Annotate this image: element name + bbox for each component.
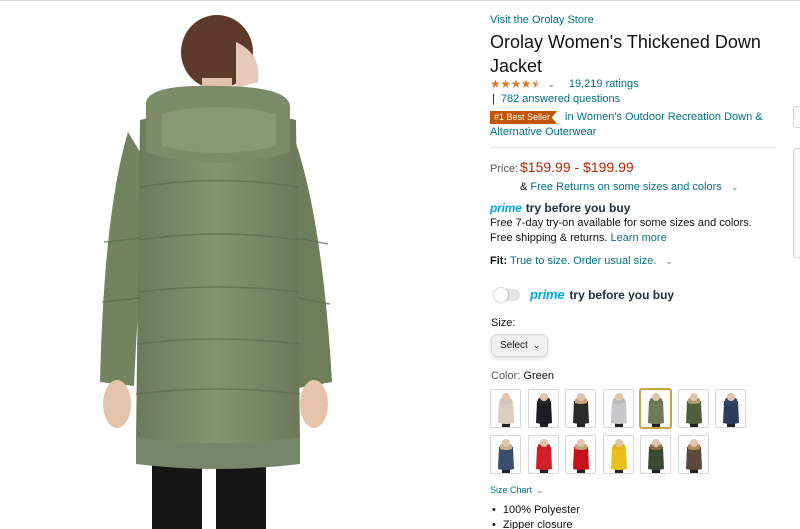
price-label: Price: bbox=[490, 163, 519, 175]
prime-try-toggle-row: prime try before you buy bbox=[494, 287, 674, 302]
swatch-jacket-image bbox=[535, 439, 552, 473]
size-selected-value: Select bbox=[500, 340, 528, 351]
size-chart-link[interactable]: Size Chart bbox=[490, 485, 532, 495]
color-swatch[interactable] bbox=[565, 435, 596, 474]
swatch-jacket-image bbox=[573, 393, 589, 427]
prime-logo: prime bbox=[490, 201, 522, 215]
visit-store-link[interactable]: Visit the Orolay Store bbox=[490, 14, 594, 26]
size-chart-row: Size Chart ⌄ bbox=[490, 485, 544, 496]
fit-value-link[interactable]: True to size. Order usual size. bbox=[510, 255, 656, 267]
star-icon: ★ bbox=[510, 77, 522, 91]
swatch-jacket-image bbox=[535, 393, 552, 427]
tryon-shipping-text: Free shipping & returns. bbox=[490, 232, 608, 244]
prime-try-toggle[interactable] bbox=[494, 287, 520, 302]
color-label-row: Color: Green bbox=[491, 370, 554, 382]
swatch-jacket-image bbox=[685, 439, 702, 473]
answered-questions-link[interactable]: 782 answered questions bbox=[501, 93, 620, 105]
prime-logo: prime bbox=[530, 287, 565, 302]
prime-try-text: try before you buy bbox=[525, 201, 631, 215]
color-selected-value: Green bbox=[523, 370, 554, 382]
chevron-down-icon[interactable]: ⌄ bbox=[731, 182, 739, 192]
swatch-jacket-image bbox=[498, 439, 514, 473]
returns-row: & Free Returns on some sizes and colors … bbox=[520, 181, 738, 193]
color-swatch[interactable] bbox=[602, 435, 634, 474]
swatch-jacket-image bbox=[723, 393, 739, 427]
rating-row: ★ ★ ★ ★ ★ ⌄ 19,219 ratings bbox=[490, 77, 639, 91]
color-swatch[interactable] bbox=[527, 435, 559, 474]
star-icon: ★ bbox=[520, 77, 532, 91]
returns-prefix: & bbox=[520, 181, 528, 193]
free-returns-link[interactable]: Free Returns on some sizes and colors bbox=[530, 181, 721, 193]
best-seller-badge[interactable]: #1 Best Seller bbox=[490, 111, 558, 124]
color-swatch[interactable] bbox=[490, 389, 521, 428]
price-value: $159.99 - $199.99 bbox=[520, 159, 634, 175]
bestseller-row: #1 Best Seller in Women's Outdoor Recreat… bbox=[490, 110, 780, 140]
star-icon: ★ bbox=[500, 77, 511, 91]
side-thumbnail[interactable] bbox=[793, 106, 800, 128]
swatch-jacket-image bbox=[685, 393, 702, 427]
color-swatch[interactable] bbox=[677, 389, 709, 428]
side-thumbnail[interactable] bbox=[793, 148, 800, 258]
star-rating[interactable]: ★ ★ ★ ★ ★ bbox=[490, 77, 542, 91]
swatch-jacket-image bbox=[648, 439, 664, 473]
color-swatch[interactable] bbox=[490, 435, 521, 474]
swatch-jacket-image bbox=[610, 393, 627, 427]
color-swatch[interactable] bbox=[640, 435, 671, 474]
color-label: Color: bbox=[491, 370, 521, 382]
tryon-description: Free 7-day try-on available for some siz… bbox=[490, 217, 752, 229]
product-title: Orolay Women's Thickened Down Jacket bbox=[490, 32, 761, 76]
color-swatch[interactable] bbox=[565, 389, 596, 428]
product-main-image[interactable] bbox=[0, 2, 470, 529]
top-divider bbox=[0, 0, 800, 1]
toggle-label: try before you buy bbox=[569, 287, 675, 302]
star-icon: ★ bbox=[490, 77, 501, 91]
prime-try-heading: prime try before you buy bbox=[490, 201, 630, 215]
swatch-jacket-image bbox=[573, 439, 589, 473]
swatch-jacket-image bbox=[610, 439, 627, 473]
fit-row: Fit: True to size. Order usual size. ⌄ bbox=[490, 255, 673, 267]
size-dropdown[interactable]: Select ⌄ bbox=[491, 334, 548, 357]
learn-more-link[interactable]: Learn more bbox=[610, 232, 666, 244]
chevron-down-icon[interactable]: ⌄ bbox=[547, 79, 555, 90]
ratings-count-link[interactable]: 19,219 ratings bbox=[569, 78, 639, 90]
toggle-knob bbox=[494, 287, 508, 302]
color-swatch[interactable] bbox=[527, 389, 559, 428]
swatch-jacket-image bbox=[498, 393, 514, 427]
color-swatch[interactable] bbox=[677, 435, 709, 474]
chevron-down-icon[interactable]: ⌄ bbox=[665, 256, 673, 266]
answered-questions-row: | 782 answered questions bbox=[492, 93, 620, 105]
half-star-icon: ★ bbox=[531, 77, 542, 91]
chevron-down-icon[interactable]: ⌄ bbox=[536, 485, 544, 495]
color-swatch[interactable] bbox=[640, 389, 671, 428]
swatch-jacket-image bbox=[648, 393, 664, 427]
feature-bullets: 100% Polyester Zipper closure bbox=[492, 503, 580, 529]
chevron-down-icon: ⌄ bbox=[532, 340, 541, 350]
price-row: Price: $159.99 - $199.99 bbox=[490, 159, 634, 175]
section-divider bbox=[490, 147, 776, 148]
color-swatch[interactable] bbox=[715, 389, 746, 428]
separator: | bbox=[492, 93, 495, 105]
size-label: Size: bbox=[491, 317, 516, 329]
tryon-shipping: Free shipping & returns. Learn more bbox=[490, 232, 667, 244]
fit-label: Fit: bbox=[490, 255, 508, 267]
feature-bullet: Zipper closure bbox=[492, 518, 580, 529]
jacket-model-illustration bbox=[100, 15, 332, 529]
color-swatch[interactable] bbox=[602, 389, 634, 428]
feature-bullet: 100% Polyester bbox=[492, 503, 580, 518]
